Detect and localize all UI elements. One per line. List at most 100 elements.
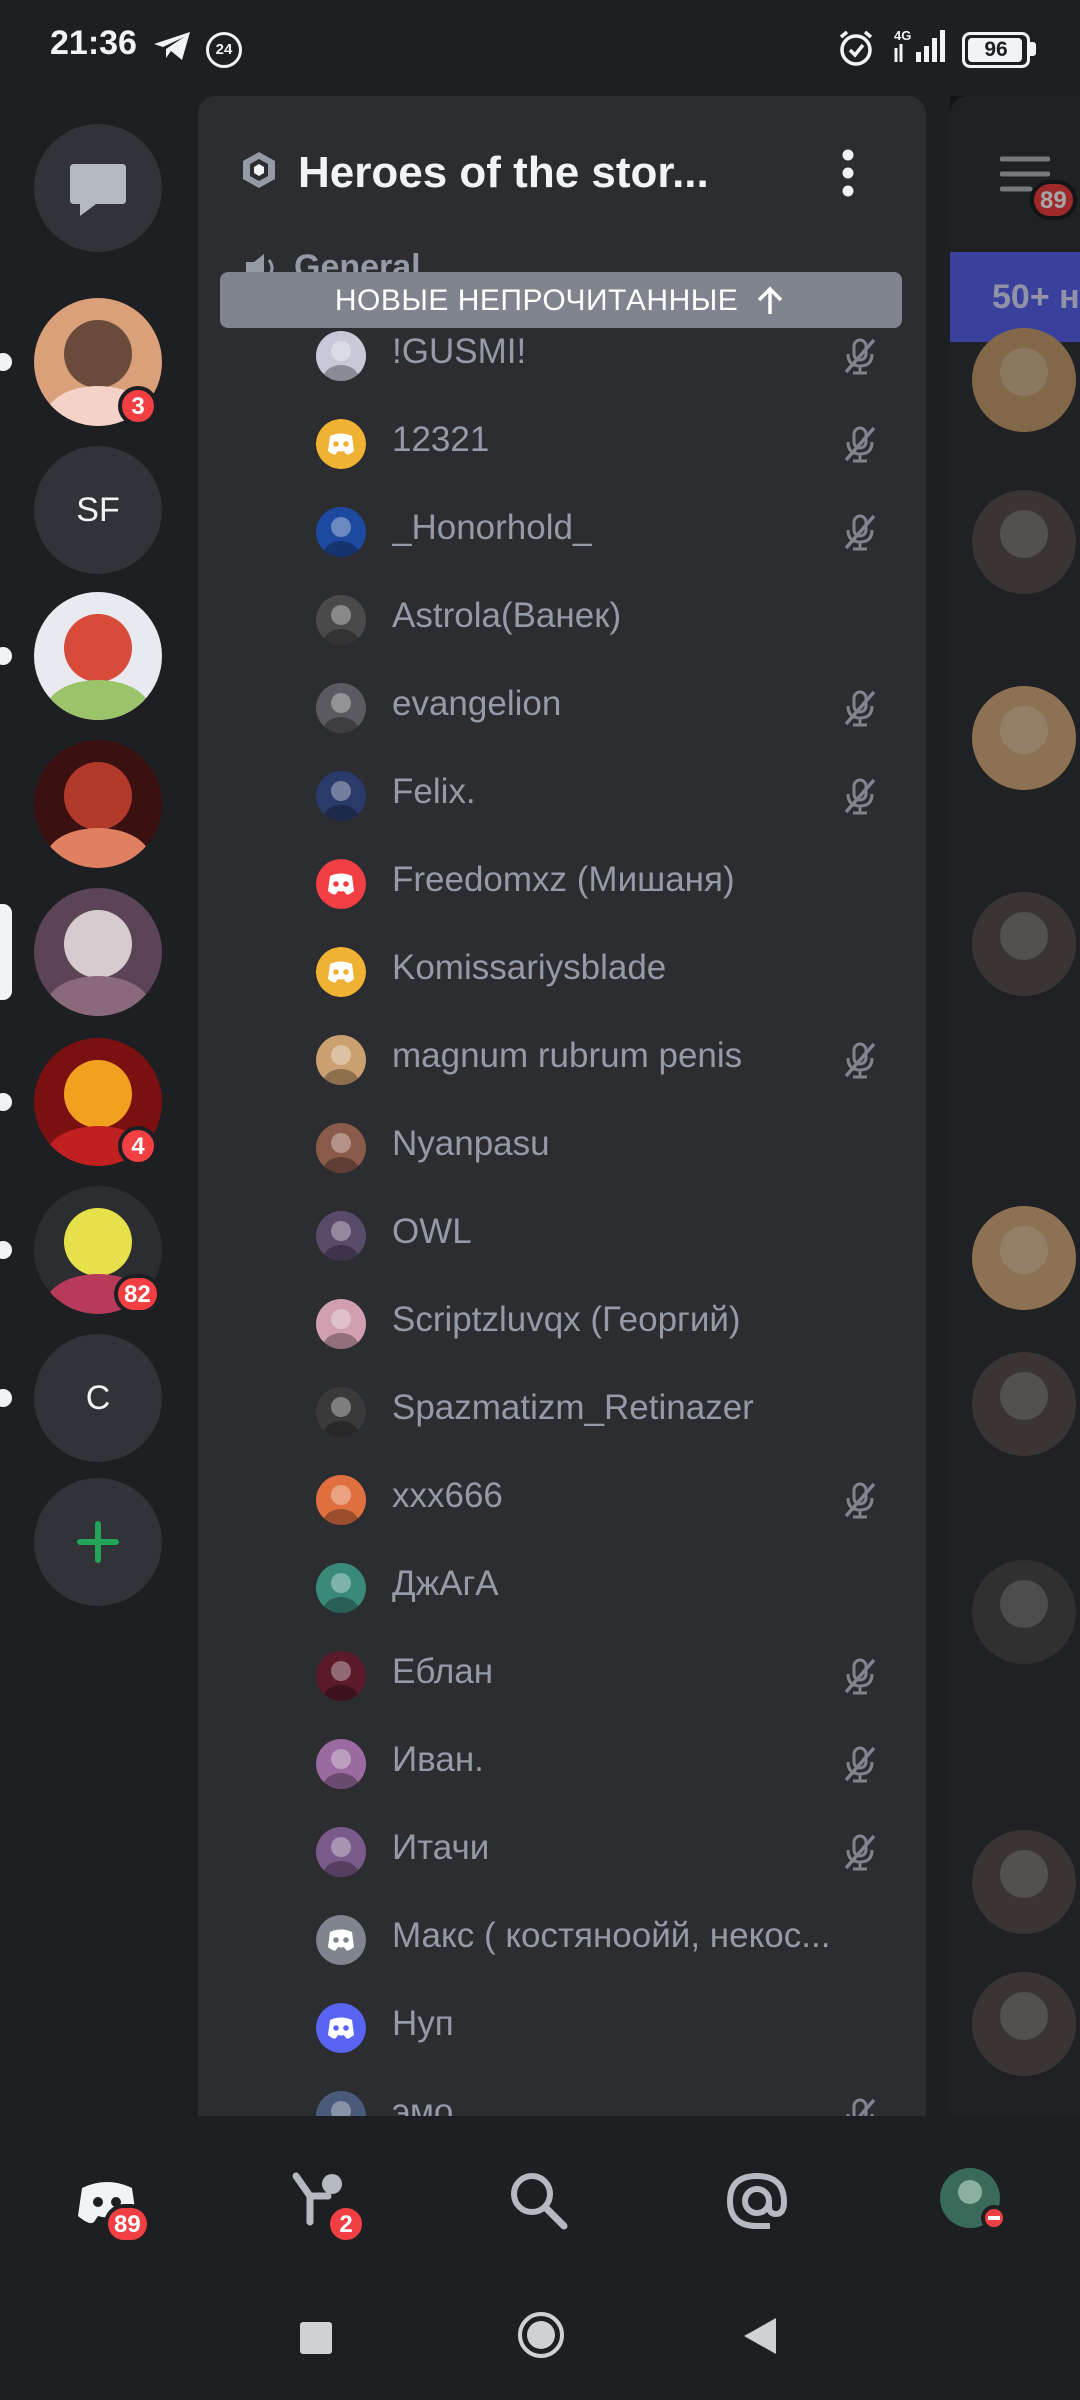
server-direct-messages[interactable] [34, 124, 162, 252]
voice-member-row[interactable]: Scriptzluvqx (Георгий) [198, 1280, 926, 1368]
avatar [316, 1387, 366, 1437]
voice-member-row[interactable]: эмо [198, 2072, 926, 2116]
voice-member-row[interactable]: xxx666 [198, 1456, 926, 1544]
tab-mentions[interactable] [722, 2166, 792, 2236]
recents-icon[interactable] [298, 2320, 334, 2360]
server-title[interactable]: Heroes of the stor... [298, 148, 709, 198]
unread-indicator [0, 353, 12, 371]
tab-friends[interactable]: 2 [288, 2166, 366, 2244]
voice-member-row[interactable]: 12321 [198, 400, 926, 488]
voice-member-row[interactable]: Нуп [198, 1984, 926, 2072]
tab-profile[interactable] [938, 2166, 1008, 2236]
voice-member-name: OWL [392, 1212, 472, 1251]
plus-icon [77, 1521, 119, 1563]
unread-indicator [0, 1241, 12, 1259]
channel-panel: Heroes of the stor... General !GUSMI! 123… [198, 96, 926, 2116]
voice-member-name: Макс ( костяноойй, некос... [392, 1916, 831, 1955]
mic-muted-icon [840, 1656, 880, 1700]
voice-member-name: Еблан [392, 1652, 494, 1691]
voice-member-row[interactable]: Astrola(Ванек) [198, 576, 926, 664]
discord-default-avatar-icon [316, 2003, 366, 2053]
voice-member-row[interactable]: Nyanpasu [198, 1104, 926, 1192]
more-options-icon[interactable] [838, 148, 858, 202]
voice-member-row[interactable]: Макс ( костяноойй, некос... [198, 1896, 926, 1984]
server-cartoon-avatar[interactable] [34, 592, 162, 720]
battery-icon: 96 [962, 32, 1030, 68]
avatar [316, 1739, 366, 1789]
server-server-c[interactable]: C [34, 1334, 162, 1462]
voice-member-name: Astrola(Ванек) [392, 596, 622, 635]
voice-member-name: ДжАгА [392, 1564, 499, 1603]
voice-member-row[interactable]: Freedomxz (Мишаня) [198, 840, 926, 928]
unread-indicator [0, 647, 12, 665]
voice-member-name: Nyanpasu [392, 1124, 550, 1163]
bottom-tab-bar: 89 2 [0, 2116, 1080, 2276]
voice-member-name: Spazmatizm_Retinazer [392, 1388, 754, 1427]
back-icon[interactable] [740, 2316, 780, 2360]
system-nav-bar [0, 2276, 1080, 2400]
battery-cap [1030, 42, 1036, 56]
new-unread-banner[interactable]: НОВЫЕ НЕПРОЧИТАННЫЕ [220, 272, 902, 328]
voice-member-row[interactable]: ДжАгА [198, 1544, 926, 1632]
avatar [316, 1211, 366, 1261]
voice-member-name: 12321 [392, 420, 490, 459]
avatar [316, 771, 366, 821]
voice-member-row[interactable]: Felix. [198, 752, 926, 840]
avatar [316, 1827, 366, 1877]
voice-member-name: magnum rubrum penis [392, 1036, 743, 1075]
server-white-tiger[interactable] [34, 888, 162, 1016]
server-rail: 3 SF 4 82 C [0, 92, 198, 2112]
discord-default-avatar-icon [316, 947, 366, 997]
network-type: 4G [894, 28, 911, 43]
voice-member-row[interactable]: Spazmatizm_Retinazer [198, 1368, 926, 1456]
panel-header: Heroes of the stor... [198, 96, 926, 248]
home-nav-icon[interactable] [516, 2310, 566, 2364]
unread-banner-label: НОВЫЕ НЕПРОЧИТАННЫЕ [334, 284, 739, 318]
voice-member-name: Scriptzluvqx (Георгий) [392, 1300, 741, 1339]
unread-indicator [0, 1389, 12, 1407]
avatar [316, 683, 366, 733]
mic-muted-icon [840, 1040, 880, 1084]
voice-member-name: Freedomxz (Мишаня) [392, 860, 735, 899]
search-icon [504, 2166, 574, 2240]
voice-member-row[interactable]: _Honorhold_ [198, 488, 926, 576]
voice-member-name: Felix. [392, 772, 476, 811]
server-horde-emblem[interactable] [34, 740, 162, 868]
voice-member-row[interactable]: Итачи [198, 1808, 926, 1896]
voice-member-row[interactable]: OWL [198, 1192, 926, 1280]
voice-member-name: Итачи [392, 1828, 490, 1867]
at-sign-icon [722, 2166, 792, 2240]
mic-muted-icon [840, 688, 880, 732]
voice-member-name: Komissariysblade [392, 948, 667, 987]
chat-bubble-icon [70, 164, 126, 216]
active-server-indicator [0, 904, 12, 1000]
mic-muted-icon [840, 1744, 880, 1788]
tab-home[interactable]: 89 [72, 2166, 151, 2244]
status-time: 21:36 [50, 24, 137, 62]
server-add-server[interactable] [34, 1478, 162, 1606]
status-bar: 21:36 24 4G 96 [0, 0, 1080, 92]
notification-count-icon: 24 [206, 32, 242, 68]
tab-badge: 2 [326, 2204, 366, 2244]
cartoon-avatar-image [34, 592, 162, 720]
tab-badge: 89 [104, 2204, 151, 2244]
avatar [316, 1123, 366, 1173]
voice-member-row[interactable]: magnum rubrum penis [198, 1016, 926, 1104]
voice-member-row[interactable]: Еблан [198, 1632, 926, 1720]
discord-default-avatar-icon [316, 419, 366, 469]
alarm-icon [836, 28, 876, 72]
voice-member-row[interactable]: Komissariysblade [198, 928, 926, 1016]
voice-member-name: Иван. [392, 1740, 484, 1779]
voice-member-row[interactable]: evangelion [198, 664, 926, 752]
mic-muted-icon [840, 2096, 880, 2116]
white-tiger-image [34, 888, 162, 1016]
avatar [316, 331, 366, 381]
chat-dim-overlay [950, 96, 1080, 2116]
mic-muted-icon [840, 776, 880, 820]
tab-search[interactable] [504, 2166, 574, 2236]
avatar [316, 507, 366, 557]
arrow-up-icon [757, 286, 783, 315]
avatar [316, 1035, 366, 1085]
server-server-sf[interactable]: SF [34, 446, 162, 574]
voice-member-row[interactable]: Иван. [198, 1720, 926, 1808]
